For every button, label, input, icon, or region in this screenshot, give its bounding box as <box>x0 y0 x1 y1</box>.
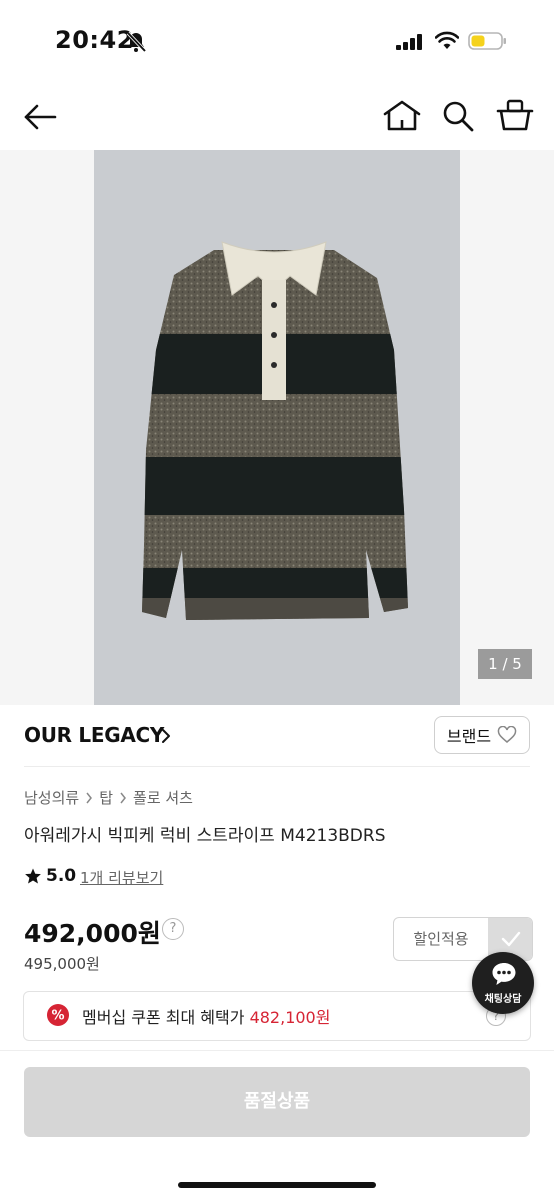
coupon-amount: 482,100원 <box>249 1008 331 1027</box>
gallery-side-area <box>460 150 554 705</box>
battery-icon <box>468 32 506 50</box>
price-help-icon[interactable]: ? <box>162 918 184 940</box>
product-image-gallery[interactable]: 1 / 5 <box>0 150 554 705</box>
chat-bubble-icon <box>492 963 516 985</box>
status-time: 20:42 <box>55 26 134 54</box>
coupon-percent-icon: % <box>47 1004 69 1026</box>
breadcrumb-item[interactable]: 남성의류 <box>24 787 79 808</box>
gallery-page-indicator: 1 / 5 <box>478 649 532 679</box>
review-link[interactable]: 1개 리뷰보기 <box>80 867 163 888</box>
chevron-right-icon[interactable] <box>160 728 172 744</box>
rugby-sweater-illustration <box>142 241 408 620</box>
discount-apply-label: 할인적용 <box>413 930 469 948</box>
bell-slash-icon <box>126 31 147 53</box>
star-icon <box>25 868 41 884</box>
rating: 5.0 <box>24 866 76 886</box>
cellular-signal-icon <box>396 34 424 50</box>
home-icon[interactable] <box>382 98 422 134</box>
back-arrow-icon[interactable] <box>22 100 58 134</box>
home-indicator <box>178 1182 376 1188</box>
coupon-badge-glyph: % <box>51 1009 64 1024</box>
search-icon[interactable] <box>440 98 476 134</box>
breadcrumb-item[interactable]: 폴로 셔츠 <box>133 787 193 808</box>
brand-like-button[interactable]: 브랜드 <box>434 716 530 754</box>
breadcrumb: 남성의류 탑 폴로 셔츠 <box>24 787 193 808</box>
chevron-right-icon <box>86 792 93 803</box>
divider <box>24 766 530 767</box>
coupon-label: 멤버십 쿠폰 최대 혜택가 <box>82 1008 245 1027</box>
original-price: 495,000원 <box>24 955 100 973</box>
soldout-button[interactable]: 품절상품 <box>24 1067 530 1137</box>
shopping-basket-icon[interactable] <box>496 98 534 134</box>
rating-score: 5.0 <box>46 866 77 886</box>
breadcrumb-item[interactable]: 탑 <box>99 787 113 808</box>
brand-name-link[interactable]: OUR LEGACY <box>24 723 164 747</box>
product-photo[interactable] <box>94 150 460 705</box>
chat-consult-button[interactable]: 채팅상담 <box>472 952 534 1014</box>
wifi-icon <box>435 31 459 49</box>
chat-label: 채팅상담 <box>484 994 522 1005</box>
product-title: 아워레가시 빅피케 럭비 스트라이프 M4213BDRS <box>24 826 386 846</box>
gallery-side-area <box>0 150 94 705</box>
sale-price: 492,000원 <box>24 919 161 948</box>
chevron-right-icon <box>120 792 126 803</box>
coupon-text: 멤버십 쿠폰 최대 혜택가 482,100원 <box>82 1004 330 1028</box>
heart-icon <box>497 726 517 743</box>
brand-button-label: 브랜드 <box>446 727 492 746</box>
